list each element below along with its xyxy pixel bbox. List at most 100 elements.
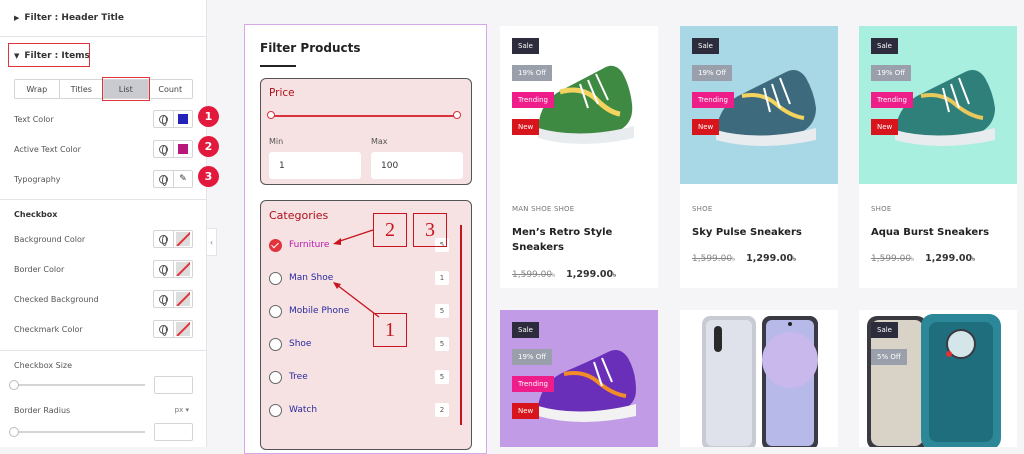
- checkbox-heading: Checkbox: [14, 205, 193, 223]
- price-range-track[interactable]: [269, 115, 460, 117]
- collapse-panel-button[interactable]: ‹: [207, 228, 217, 256]
- title-underline: [260, 65, 296, 67]
- product-card[interactable]: Sale 19% Off Trending New: [500, 310, 658, 447]
- checkbox-bg-control[interactable]: [153, 230, 193, 248]
- checkmark-color-label: Checkmark Color: [14, 324, 83, 334]
- active-text-color-control[interactable]: [153, 140, 193, 158]
- typography-control[interactable]: ✎: [153, 170, 193, 188]
- product-card[interactable]: Sale 19% Off Trending New SHOE Aqua Burs…: [859, 26, 1017, 288]
- min-label: Min: [269, 137, 284, 146]
- filter-products-widget: Filter Products Price Min Max 1 100 Cate…: [244, 24, 487, 454]
- checkbox-title: Checkbox: [14, 209, 58, 219]
- globe-icon[interactable]: [159, 174, 168, 186]
- divider: [0, 199, 207, 200]
- product-categories[interactable]: SHOE: [871, 205, 891, 213]
- discount-tag: 19% Off: [871, 65, 912, 81]
- pencil-icon[interactable]: ✎: [179, 174, 187, 184]
- discount-tag: 19% Off: [512, 349, 553, 365]
- max-price-input[interactable]: 100: [371, 152, 463, 179]
- checkbox-size-knob[interactable]: [9, 380, 19, 390]
- tab-count[interactable]: Count: [149, 80, 193, 98]
- checked-bg-label: Checked Background: [14, 294, 99, 304]
- product-image[interactable]: Sale 5% Off: [859, 310, 1017, 450]
- text-color-row: Text Color: [14, 110, 193, 128]
- globe-icon[interactable]: [159, 234, 168, 246]
- discount-tag: 19% Off: [512, 65, 553, 81]
- checkmark-color-control[interactable]: [153, 320, 193, 338]
- new-tag: New: [692, 119, 720, 135]
- border-radius-knob[interactable]: [9, 427, 19, 437]
- border-radius-slider[interactable]: [14, 431, 145, 433]
- text-color-control[interactable]: [153, 110, 193, 128]
- product-image[interactable]: Sale 19% Off Trending New: [859, 26, 1017, 184]
- old-price: 1,599.00: [512, 270, 553, 280]
- settings-panel: ▶ Filter : Header Title ▼ Filter : Items…: [0, 0, 219, 447]
- old-price: 1,599.00: [692, 254, 733, 264]
- checkmark-color-row: Checkmark Color: [14, 320, 193, 338]
- currency: ৳: [552, 272, 556, 279]
- globe-icon[interactable]: [159, 324, 168, 336]
- section-header-title[interactable]: ▶ Filter : Header Title: [0, 0, 207, 37]
- product-name[interactable]: Sky Pulse Sneakers: [692, 225, 832, 240]
- new-price: 1,299.00: [925, 253, 973, 264]
- radius-unit-select[interactable]: px ▾: [175, 406, 189, 414]
- callout-badge-3: 3: [198, 166, 219, 187]
- caret-right-icon: ▶: [14, 14, 20, 22]
- product-name[interactable]: Men’s Retro Style Sneakers: [512, 225, 652, 255]
- active-text-color-label: Active Text Color: [14, 144, 81, 154]
- tab-wrap[interactable]: Wrap: [15, 80, 60, 98]
- currency: ৳: [972, 256, 976, 263]
- price-max-handle[interactable]: [453, 111, 461, 119]
- checkbox-border-control[interactable]: [153, 260, 193, 278]
- price-min-handle[interactable]: [267, 111, 275, 119]
- product-categories[interactable]: SHOE: [692, 205, 712, 213]
- no-color-swatch[interactable]: [176, 292, 190, 306]
- trending-tag: Trending: [512, 376, 554, 392]
- globe-icon[interactable]: [159, 144, 168, 156]
- sale-tag: Sale: [512, 38, 539, 54]
- no-color-swatch[interactable]: [176, 232, 190, 246]
- product-image[interactable]: Sale 19% Off Trending New: [680, 26, 838, 184]
- currency: ৳: [793, 256, 797, 263]
- no-color-swatch[interactable]: [176, 322, 190, 336]
- product-price: 1,599.00৳ 1,299.00৳: [871, 246, 975, 265]
- tab-titles[interactable]: Titles: [60, 80, 104, 98]
- checked-bg-control[interactable]: [153, 290, 193, 308]
- checkbox-bg-label: Background Color: [14, 234, 86, 244]
- callout-badge-2: 2: [198, 136, 219, 157]
- globe-icon[interactable]: [159, 264, 168, 276]
- checkbox-size-input[interactable]: [154, 376, 193, 394]
- price-label: Price: [269, 87, 295, 99]
- product-categories[interactable]: MAN SHOE SHOE: [512, 205, 574, 213]
- arrow-line: [336, 284, 380, 318]
- no-color-swatch[interactable]: [176, 262, 190, 276]
- product-card[interactable]: Sale 19% Off Trending New MAN SHOE SHOE …: [500, 26, 658, 288]
- divider: [0, 350, 207, 351]
- product-image[interactable]: [680, 310, 838, 450]
- product-price: 1,599.00৳ 1,299.00৳: [512, 262, 616, 281]
- currency: ৳: [732, 256, 736, 263]
- callout-badge-1: 1: [198, 106, 219, 127]
- product-image[interactable]: Sale 19% Off Trending New: [500, 26, 658, 184]
- text-color-swatch[interactable]: [178, 114, 188, 124]
- typography-label: Typography: [14, 174, 61, 184]
- radius-unit-label: px: [174, 406, 184, 414]
- product-card[interactable]: Sale 19% Off Trending New SHOE Sky Pulse…: [680, 26, 838, 288]
- product-card[interactable]: [680, 310, 838, 450]
- arrow-head: [333, 238, 341, 245]
- globe-icon[interactable]: [159, 114, 168, 126]
- callout-arrows: [333, 229, 380, 318]
- price-filter: Price Min Max 1 100: [260, 78, 472, 185]
- sale-tag: Sale: [692, 38, 719, 54]
- globe-icon[interactable]: [159, 294, 168, 306]
- product-name[interactable]: Aqua Burst Sneakers: [871, 225, 1011, 240]
- active-text-color-swatch[interactable]: [178, 144, 188, 154]
- section-header-label: Filter : Header Title: [24, 13, 124, 23]
- min-price-input[interactable]: 1: [269, 152, 361, 179]
- phone-icon: [702, 316, 818, 450]
- checkbox-size-row: Checkbox Size: [14, 356, 193, 374]
- border-radius-input[interactable]: [154, 423, 193, 441]
- product-image[interactable]: Sale 19% Off Trending New: [500, 310, 658, 447]
- checkbox-size-slider[interactable]: [14, 384, 145, 386]
- product-card[interactable]: Sale 5% Off: [859, 310, 1017, 450]
